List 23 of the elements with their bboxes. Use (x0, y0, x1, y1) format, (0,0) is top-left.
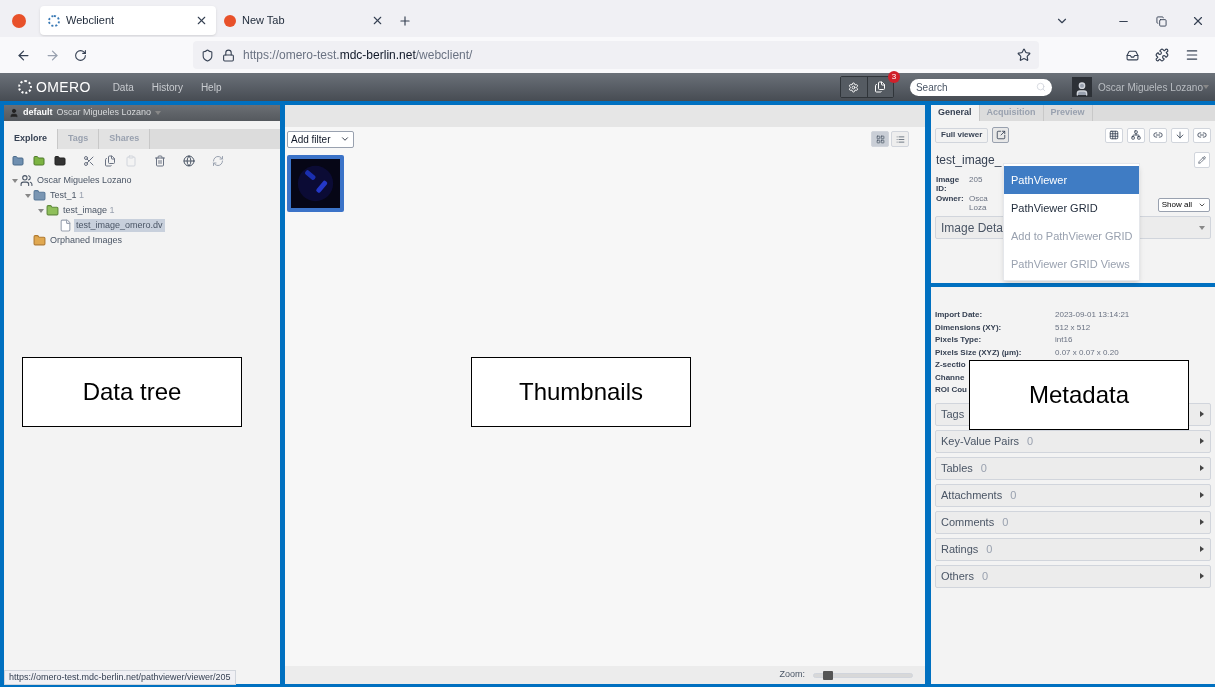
metadata-label: Dimensions (XY): (935, 321, 1003, 334)
metadata-label: Z-sectio (935, 359, 967, 372)
field-label: Owner: (936, 194, 965, 205)
metadata-value: 2023-09-01 13:14:21 (1055, 309, 1130, 322)
metadata-label: Pixels Type: (935, 334, 983, 347)
metadata-label: Pixels Size (XYZ) (µm): (935, 346, 1023, 359)
metadata-label: Channe (935, 371, 966, 384)
callout-tooltip: Thumbnails (471, 357, 691, 427)
metadata-label: Import Date: (935, 309, 984, 322)
tab-title: Webclient (66, 13, 116, 29)
field-value: 205 (969, 175, 984, 186)
callout-tooltip: Metadata (969, 360, 1189, 430)
image-title: test_image_ (936, 152, 1002, 169)
url-text: https://omero-test.mdc-berlin.net/webclient/ (243, 47, 474, 64)
field-value: Osca Loza (969, 194, 989, 212)
metadata-value: int16 (1055, 334, 1073, 347)
tab-title: New Tab (242, 13, 286, 29)
logo-text: OMERO (36, 77, 91, 97)
callout-tooltip: Data tree (22, 357, 242, 427)
zoom-label: Zoom: (779, 668, 805, 682)
field-label: Image ID: (936, 175, 961, 193)
metadata-value: 0.07 x 0.07 x 0.20 (1055, 346, 1119, 359)
metadata-value: 512 x 512 (1055, 321, 1091, 334)
